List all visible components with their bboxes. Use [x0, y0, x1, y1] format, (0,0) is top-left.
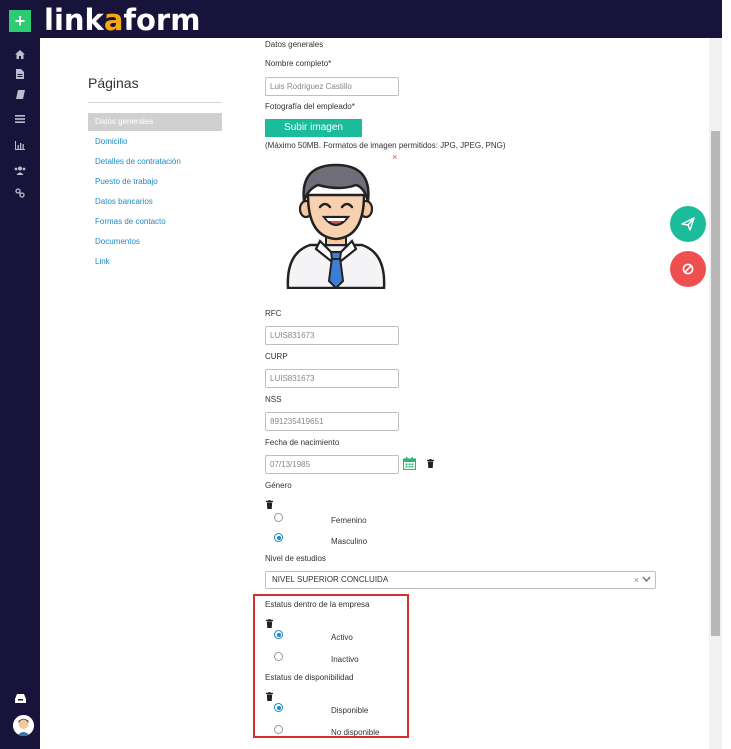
nss-input[interactable]	[265, 412, 399, 431]
remove-image-button[interactable]: ×	[392, 152, 397, 162]
page-link-puesto-trabajo[interactable]: Puesto de trabajo	[88, 173, 222, 191]
linkaform-logo: linkaform	[44, 3, 200, 37]
fecha-input[interactable]	[265, 455, 399, 474]
radio-disponible[interactable]	[274, 703, 283, 712]
estudios-label: Nivel de estudios	[265, 554, 326, 563]
book-icon[interactable]	[0, 84, 40, 104]
scrollbar-thumb[interactable]	[711, 131, 720, 636]
option-masculino-label: Masculino	[331, 537, 368, 546]
bar-chart-icon[interactable]	[0, 135, 40, 155]
page-link-detalles-contratacion[interactable]: Detalles de contratación	[88, 153, 222, 171]
option-no-disponible-label: No disponible	[331, 728, 380, 737]
fecha-label: Fecha de nacimiento	[265, 438, 340, 447]
highlight-box	[253, 594, 409, 738]
radio-inactivo[interactable]	[274, 652, 283, 661]
foto-label: Fotografía del empleado*	[265, 102, 355, 111]
chevron-down-icon[interactable]	[642, 576, 651, 583]
clear-estatus-trash-icon[interactable]	[266, 619, 273, 628]
clear-date-trash-icon[interactable]	[427, 459, 434, 468]
paper-plane-icon	[681, 217, 695, 231]
option-activo-label: Activo	[331, 633, 353, 642]
list-icon[interactable]	[0, 109, 40, 129]
page-link-datos-generales[interactable]: Datos generales	[88, 113, 222, 131]
estatus-label: Estatus dentro de la empresa	[265, 600, 370, 609]
page-link-documentos[interactable]: Documentos	[88, 233, 222, 251]
document-icon[interactable]	[0, 64, 40, 84]
option-disponible-label: Disponible	[331, 706, 369, 715]
disponibilidad-label: Estatus de disponibilidad	[265, 673, 354, 682]
users-icon[interactable]	[0, 160, 40, 180]
estudios-select[interactable]: NIVEL SUPERIOR CONCLUIDA ×	[265, 571, 656, 589]
send-button[interactable]	[670, 206, 706, 242]
page-link-formas-contacto[interactable]: Formas de contacto	[88, 213, 222, 231]
curp-input[interactable]	[265, 369, 399, 388]
rfc-input[interactable]	[265, 326, 399, 345]
radio-activo[interactable]	[274, 630, 283, 639]
top-bar: + linkaform	[0, 0, 722, 38]
radio-femenino[interactable]	[274, 513, 283, 522]
section-title: Datos generales	[265, 40, 324, 49]
option-inactivo-label: Inactivo	[331, 655, 359, 664]
estudios-clear-button[interactable]: ×	[634, 572, 639, 588]
pages-divider	[88, 102, 222, 103]
page-link-datos-bancarios[interactable]: Datos bancarios	[88, 193, 222, 211]
logo-part-1: link	[44, 3, 104, 37]
user-avatar[interactable]	[13, 715, 34, 736]
clear-genero-trash-icon[interactable]	[266, 500, 273, 509]
pages-title: Páginas	[88, 75, 139, 91]
upload-hint: (Máximo 50MB. Formatos de imagen permiti…	[265, 141, 506, 150]
home-icon[interactable]	[0, 44, 40, 64]
page-link-link[interactable]: Link	[88, 253, 222, 271]
genero-label: Género	[265, 481, 292, 490]
logo-accent: a	[103, 3, 124, 37]
radio-masculino[interactable]	[274, 533, 283, 542]
estudios-selected-value: NIVEL SUPERIOR CONCLUIDA	[272, 575, 389, 584]
ban-icon	[682, 263, 694, 275]
calendar-icon[interactable]	[403, 457, 416, 470]
clear-disponibilidad-trash-icon[interactable]	[266, 692, 273, 701]
page-link-domicilio[interactable]: Domicilio	[88, 133, 222, 151]
radio-no-disponible[interactable]	[274, 725, 283, 734]
rfc-label: RFC	[265, 309, 282, 318]
left-icon-rail	[0, 38, 40, 749]
add-button[interactable]: +	[9, 10, 31, 32]
cancel-button[interactable]	[670, 251, 706, 287]
curp-label: CURP	[265, 352, 288, 361]
upload-image-button[interactable]: Subir imagen	[265, 119, 362, 137]
nombre-input[interactable]	[265, 77, 399, 96]
inbox-icon[interactable]	[0, 688, 40, 708]
link-icon[interactable]	[0, 183, 40, 203]
option-femenino-label: Femenino	[331, 516, 367, 525]
nss-label: NSS	[265, 395, 282, 404]
employee-photo	[286, 163, 386, 289]
logo-part-2: form	[123, 3, 201, 37]
nombre-label: Nombre completo*	[265, 59, 332, 68]
